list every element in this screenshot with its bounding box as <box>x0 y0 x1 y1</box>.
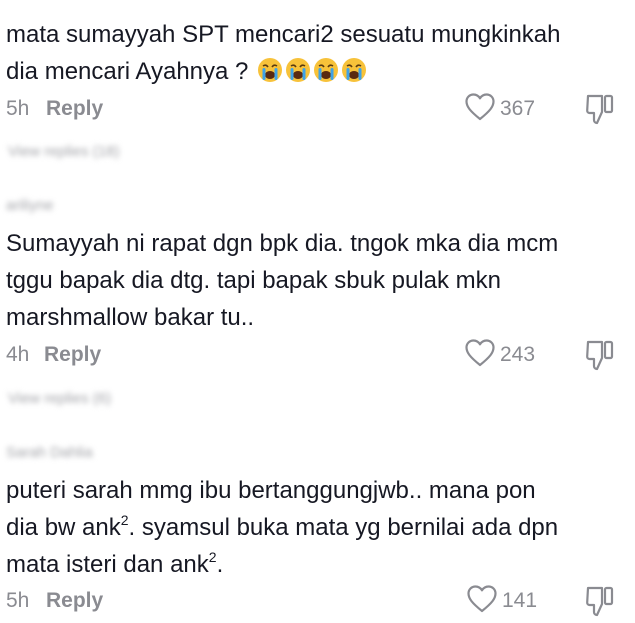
comment-username[interactable]: ariliyne <box>6 196 54 216</box>
crying-face-emoji-icon <box>314 58 339 82</box>
comment-text-line: mata isteri dan ank2. <box>6 549 224 578</box>
emoji-group <box>255 58 367 85</box>
thumbs-down-icon <box>586 586 614 617</box>
crying-face-emoji-icon <box>286 58 311 82</box>
comment-timestamp: 5h <box>6 589 30 612</box>
reply-button[interactable]: Reply <box>44 340 101 370</box>
like-count: 367 <box>500 97 536 120</box>
comment-text-line: puteri sarah mmg ibu bertanggungjwb.. ma… <box>6 477 536 504</box>
like-count: 243 <box>500 343 536 366</box>
heart-icon <box>467 585 497 613</box>
comment-text-line: dia bw ank2. syamsul buka mata yg bernil… <box>6 512 559 541</box>
like-count: 141 <box>502 589 538 612</box>
dislike-button[interactable] <box>584 584 616 618</box>
crying-face-emoji-icon <box>342 58 367 82</box>
comment-meta-row: 4h Reply 243 <box>6 338 626 372</box>
comment-text-line: tggu bapak dia dtg. tapi bapak sbuk pula… <box>6 267 501 294</box>
comment-timestamp: 5h <box>6 97 30 120</box>
reply-button[interactable]: Reply <box>46 586 103 616</box>
comment-username[interactable]: Sarah Dahlia <box>6 443 93 463</box>
reply-button[interactable]: Reply <box>46 94 103 124</box>
thumbs-down-icon <box>586 94 614 125</box>
heart-icon <box>465 93 495 121</box>
dislike-button[interactable] <box>584 92 616 126</box>
comment-text: puteri sarah mmg ibu bertanggungjwb.. ma… <box>6 472 606 583</box>
comment-text-line: Sumayyah ni rapat dgn bpk dia. tngok mka… <box>6 230 559 257</box>
comment-timestamp: 4h <box>6 343 30 366</box>
comment-text: mata sumayyah SPT mencari2 sesuatu mungk… <box>6 16 606 90</box>
crying-face-emoji-icon <box>258 58 283 82</box>
comment-text: Sumayyah ni rapat dgn bpk dia. tngok mka… <box>6 225 606 336</box>
comment-meta-row: 5h Reply 141 <box>6 584 626 618</box>
thumbs-down-icon <box>586 340 614 371</box>
comment-text-line: dia mencari Ayahnya ? <box>6 58 249 85</box>
comment-text-line: marshmallow bakar tu.. <box>6 304 255 331</box>
view-replies-link[interactable]: View replies (18) <box>8 142 119 162</box>
comment-text-line: mata sumayyah SPT mencari2 sesuatu mungk… <box>6 21 561 48</box>
heart-icon <box>465 339 495 367</box>
comment-meta-row: 5h Reply 367 <box>6 92 626 126</box>
dislike-button[interactable] <box>584 338 616 372</box>
view-replies-link[interactable]: View replies (6) <box>8 389 111 409</box>
